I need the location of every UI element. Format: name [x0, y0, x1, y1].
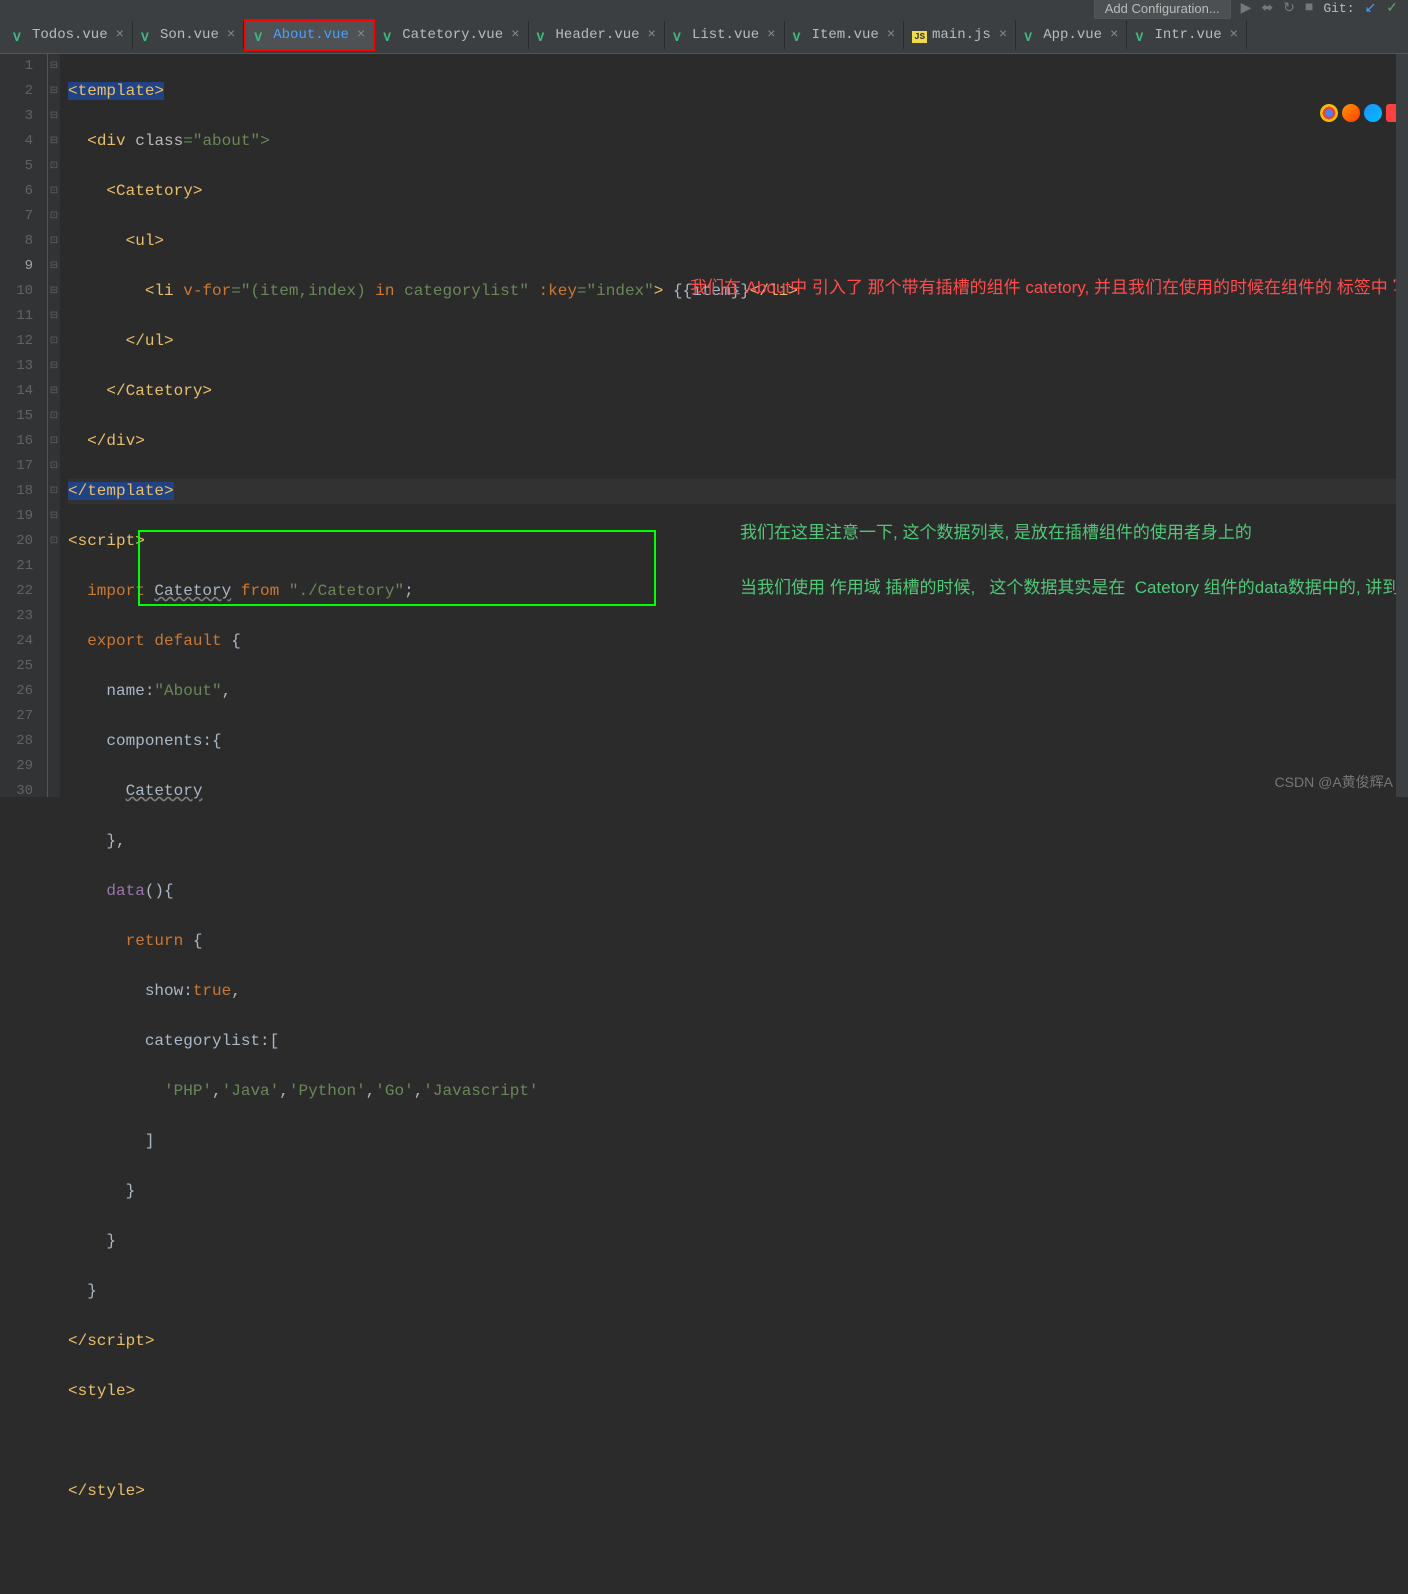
code-area[interactable]: <template> <div class="about"> <Catetory…	[60, 54, 1408, 797]
annotation-green-2: 当我们使用 作用域 插槽的时候, 这个数据其实是在 Catetory 组件的da…	[740, 574, 1390, 602]
git-commit-icon[interactable]: ✓	[1386, 0, 1398, 17]
annotation-red: 我们在 About中 引入了 那个带有插槽的组件 catetory, 并且我们在…	[690, 274, 1390, 302]
watermark: CSDN @A黄俊辉A	[1275, 772, 1393, 792]
safari-icon[interactable]	[1364, 104, 1382, 122]
editor-tabs: Todos.vue× Son.vue× About.vue× Catetory.…	[0, 16, 1408, 54]
close-icon[interactable]: ×	[767, 27, 775, 43]
vue-icon	[1024, 28, 1038, 42]
git-label: Git:	[1323, 1, 1354, 16]
close-icon[interactable]: ×	[357, 27, 365, 43]
vue-icon	[1135, 28, 1149, 42]
line-number-gutter[interactable]: 1 2 3 4 5 6 7 8 9 10 11 12 13 14 15 16 1…	[0, 54, 48, 797]
editor-area: 1 2 3 4 5 6 7 8 9 10 11 12 13 14 15 16 1…	[0, 54, 1408, 797]
top-toolbar: Add Configuration... ▶ ⬌ ↻ ■ Git: ↙ ✓	[0, 0, 1408, 16]
tab-intr[interactable]: Intr.vue×	[1127, 21, 1247, 49]
tab-catetory[interactable]: Catetory.vue×	[375, 21, 528, 49]
debug-icon[interactable]: ⬌	[1261, 0, 1273, 17]
add-configuration-button[interactable]: Add Configuration...	[1094, 0, 1231, 19]
close-icon[interactable]: ×	[999, 27, 1007, 43]
tab-about[interactable]: About.vue×	[244, 19, 375, 51]
stop-icon[interactable]: ■	[1305, 0, 1313, 16]
tab-mainjs[interactable]: main.js×	[904, 20, 1016, 50]
tab-list[interactable]: List.vue×	[665, 21, 785, 49]
vue-icon	[141, 28, 155, 42]
annotation-green-1: 我们在这里注意一下, 这个数据列表, 是放在插槽组件的使用者身上的	[740, 519, 1390, 547]
close-icon[interactable]: ×	[1230, 27, 1238, 43]
vue-icon	[537, 28, 551, 42]
vue-icon	[793, 28, 807, 42]
js-icon	[912, 26, 927, 44]
close-icon[interactable]: ×	[227, 27, 235, 43]
close-icon[interactable]: ×	[511, 27, 519, 43]
close-icon[interactable]: ×	[1110, 27, 1118, 43]
chrome-icon[interactable]	[1320, 104, 1338, 122]
git-pull-icon[interactable]: ↙	[1365, 0, 1377, 17]
close-icon[interactable]: ×	[887, 27, 895, 43]
close-icon[interactable]: ×	[648, 27, 656, 43]
tab-son[interactable]: Son.vue×	[133, 21, 244, 49]
scrollbar[interactable]	[1396, 54, 1408, 797]
tab-header[interactable]: Header.vue×	[529, 21, 665, 49]
fold-column[interactable]: ⊟⊟⊟⊟⊡⊡⊡⊡⊟⊟⊟⊡⊟⊟⊡⊡⊡⊡⊟⊡	[48, 54, 60, 797]
browser-icons	[1316, 100, 1408, 126]
close-icon[interactable]: ×	[116, 27, 124, 43]
vue-icon	[383, 28, 397, 42]
vue-icon	[13, 28, 27, 42]
vue-icon	[254, 28, 268, 42]
tab-app[interactable]: App.vue×	[1016, 21, 1127, 49]
restart-icon[interactable]: ↻	[1283, 0, 1295, 17]
vue-icon	[673, 28, 687, 42]
play-icon[interactable]: ▶	[1241, 0, 1252, 17]
tab-item[interactable]: Item.vue×	[785, 21, 905, 49]
tab-todos[interactable]: Todos.vue×	[5, 21, 133, 49]
firefox-icon[interactable]	[1342, 104, 1360, 122]
